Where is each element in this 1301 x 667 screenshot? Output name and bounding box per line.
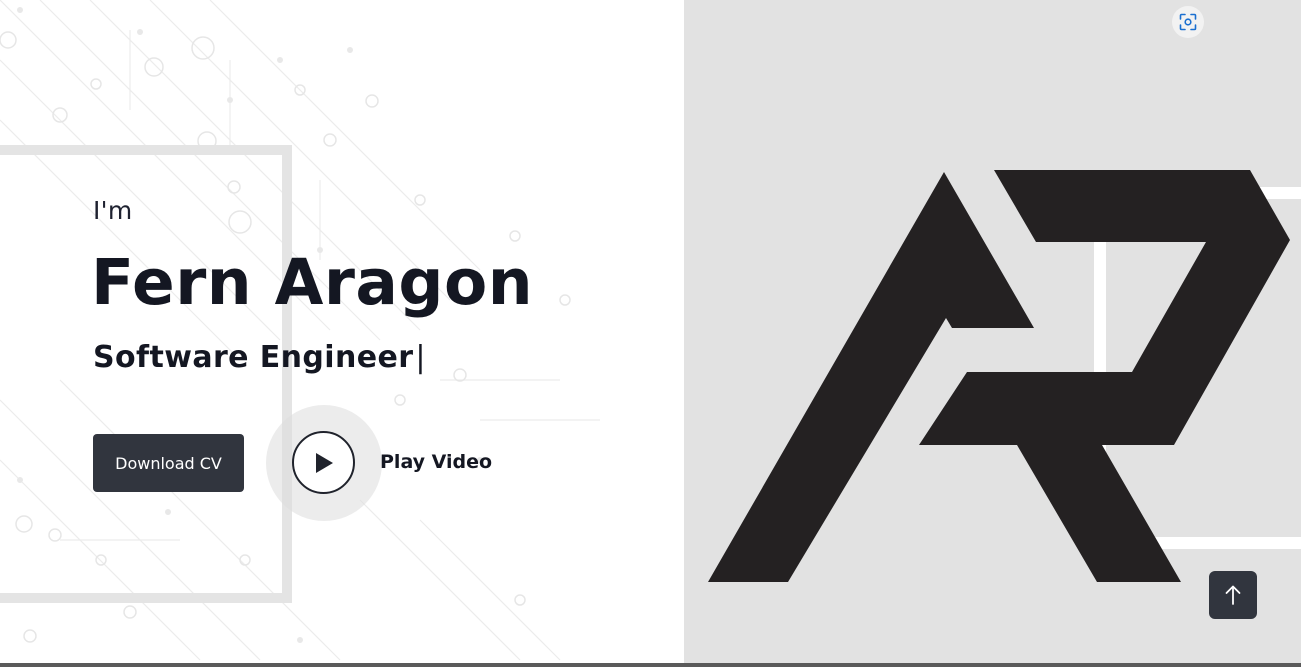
- role-label: Software Engineer: [93, 340, 414, 375]
- typing-cursor: |: [415, 340, 426, 375]
- ar-logo: [708, 170, 1301, 582]
- intro-text: I'm: [93, 196, 133, 225]
- play-video-label[interactable]: Play Video: [380, 451, 492, 473]
- bottom-border: [0, 663, 1301, 667]
- download-cv-button[interactable]: Download CV: [93, 434, 244, 492]
- hero-section: I'm Fern Aragon Software Engineer| Downl…: [0, 0, 684, 663]
- role-text: Software Engineer|: [93, 340, 426, 375]
- arrow-up-icon: [1225, 585, 1241, 605]
- name-heading: Fern Aragon: [91, 246, 534, 319]
- screenshot-icon: [1179, 13, 1197, 31]
- play-video-button[interactable]: [292, 431, 355, 494]
- screenshot-button[interactable]: [1172, 6, 1204, 38]
- play-icon: [315, 452, 333, 473]
- logo-panel: [684, 0, 1301, 663]
- scroll-to-top-button[interactable]: [1209, 571, 1257, 619]
